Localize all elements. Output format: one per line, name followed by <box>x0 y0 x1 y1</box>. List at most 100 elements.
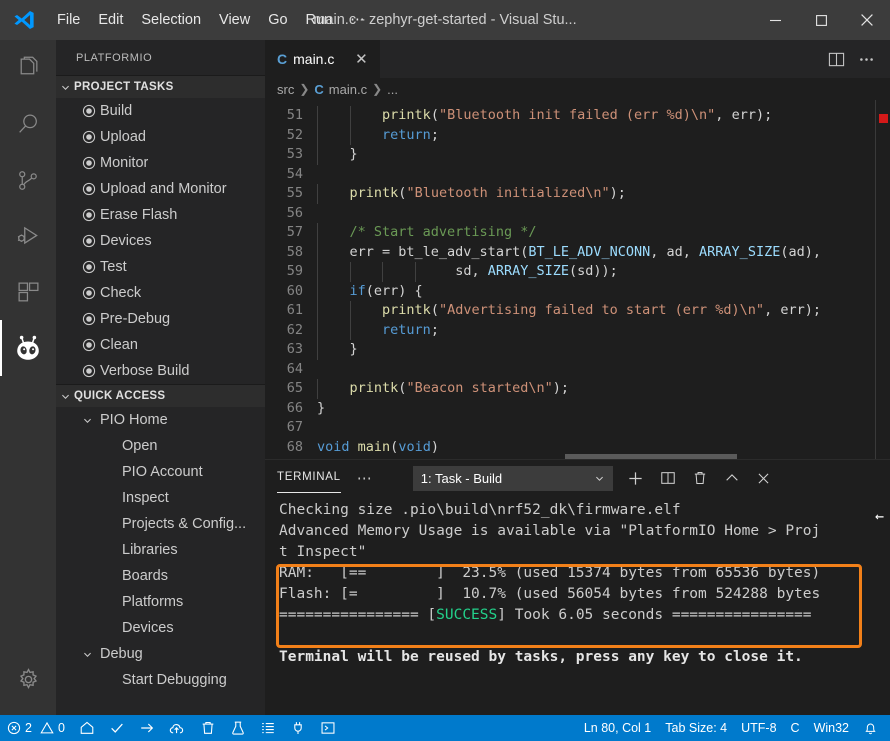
sidebar-item-upload-and-monitor[interactable]: Upload and Monitor <box>56 176 265 202</box>
terminal-selector[interactable]: 1: Task - Build <box>412 465 613 491</box>
sidebar-item-verbose-build[interactable]: Verbose Build <box>56 358 265 384</box>
list-icon <box>260 720 276 736</box>
sidebar-item-inspect[interactable]: Inspect <box>56 485 265 511</box>
sidebar-item-debug[interactable]: Debug <box>56 641 265 667</box>
code-line[interactable] <box>317 418 890 438</box>
split-editor-icon[interactable] <box>822 45 850 73</box>
close-icon[interactable]: ✕ <box>352 50 370 68</box>
code-token: ); <box>755 107 773 123</box>
sidebar-item-platforms[interactable]: Platforms <box>56 589 265 615</box>
terminal-output[interactable]: Checking size .pio\build\nrf52_dk\firmwa… <box>265 496 890 715</box>
new-terminal-icon[interactable] <box>623 465 649 491</box>
sidebar-item-pre-debug[interactable]: Pre-Debug <box>56 306 265 332</box>
status-pio-new-terminal[interactable] <box>313 715 343 741</box>
sidebar-section-quick-access[interactable]: QUICK ACCESS <box>56 384 265 407</box>
sidebar-item-boards[interactable]: Boards <box>56 563 265 589</box>
sidebar-item-upload[interactable]: Upload <box>56 124 265 150</box>
sidebar-item-pio-home[interactable]: PIO Home <box>56 407 265 433</box>
code-line[interactable] <box>317 360 890 380</box>
sidebar-section-project-tasks[interactable]: PROJECT TASKS <box>56 75 265 98</box>
sidebar-item-check[interactable]: Check <box>56 280 265 306</box>
code-token: , <box>715 107 732 123</box>
code-line[interactable] <box>317 165 890 185</box>
status-language-mode[interactable]: C <box>784 715 807 741</box>
activity-manage-settings[interactable] <box>0 651 56 707</box>
code-line[interactable]: } <box>317 399 890 419</box>
split-terminal-icon[interactable] <box>655 465 681 491</box>
breadcrumb-src[interactable]: src <box>277 82 294 97</box>
status-pio-clean[interactable] <box>193 715 223 741</box>
code-editor[interactable]: 51525354555657585960616263646566676869 p… <box>265 100 890 459</box>
menu-run[interactable]: Run <box>297 8 342 32</box>
line-number: 51 <box>286 107 303 123</box>
sidebar-item-erase-flash[interactable]: Erase Flash <box>56 202 265 228</box>
menu-bar[interactable]: File Edit Selection View Go Run ⋯ <box>48 8 374 32</box>
breadcrumb-symbol[interactable]: ... <box>387 82 398 97</box>
overview-ruler[interactable] <box>876 100 890 459</box>
menu-file[interactable]: File <box>48 8 89 32</box>
code-line[interactable]: printk("Bluetooth init failed (err %d)\n… <box>317 106 890 126</box>
status-problems[interactable]: 2 0 <box>0 715 72 741</box>
sidebar-item-test[interactable]: Test <box>56 254 265 280</box>
activity-run-and-debug[interactable] <box>0 208 56 264</box>
sidebar-item-monitor[interactable]: Monitor <box>56 150 265 176</box>
code-line[interactable]: return; <box>317 125 890 145</box>
code-line[interactable]: printk("Beacon started\n"); <box>317 379 890 399</box>
tab-terminal[interactable]: TERMINAL <box>277 471 341 493</box>
status-encoding[interactable]: UTF-8 <box>734 715 783 741</box>
sidebar-item-libraries[interactable]: Libraries <box>56 537 265 563</box>
code-content[interactable]: printk("Bluetooth init failed (err %d)\n… <box>317 100 890 459</box>
status-pio-upload-usb[interactable] <box>162 715 193 741</box>
sidebar-item-projects-and-config[interactable]: Projects & Config... <box>56 511 265 537</box>
code-line[interactable]: /* Start advertising */ <box>317 223 890 243</box>
status-eol[interactable]: Win32 <box>807 715 856 741</box>
breadcrumb-file[interactable]: main.c <box>329 82 367 97</box>
status-pio-home[interactable] <box>72 715 102 741</box>
maximize-panel-icon[interactable] <box>719 465 745 491</box>
status-pio-upload[interactable] <box>132 715 162 741</box>
menu-view[interactable]: View <box>210 8 259 32</box>
activity-search[interactable] <box>0 96 56 152</box>
menu-go[interactable]: Go <box>259 8 296 32</box>
code-line[interactable]: sd, ARRAY_SIZE(sd)); <box>317 262 890 282</box>
code-line[interactable]: printk("Bluetooth initialized\n"); <box>317 184 890 204</box>
code-line[interactable]: } <box>317 145 890 165</box>
code-line[interactable]: if(err) { <box>317 281 890 301</box>
status-pio-serial-monitor[interactable] <box>283 715 313 741</box>
activity-extensions[interactable] <box>0 264 56 320</box>
sidebar-item-clean[interactable]: Clean <box>56 332 265 358</box>
sidebar-item-devices-qa[interactable]: Devices <box>56 615 265 641</box>
sidebar-item-open[interactable]: Open <box>56 433 265 459</box>
code-line[interactable]: printk("Advertising failed to start (err… <box>317 301 890 321</box>
sidebar-item-pio-account[interactable]: PIO Account <box>56 459 265 485</box>
menu-more-icon[interactable]: ⋯ <box>341 8 374 32</box>
status-cursor-position[interactable]: Ln 80, Col 1 <box>577 715 658 741</box>
sidebar-item-devices[interactable]: Devices <box>56 228 265 254</box>
close-button[interactable] <box>844 0 890 40</box>
code-line[interactable]: err = bt_le_adv_start(BT_LE_ADV_NCONN, a… <box>317 242 890 262</box>
code-token: printk <box>349 380 399 396</box>
menu-edit[interactable]: Edit <box>89 8 132 32</box>
menu-selection[interactable]: Selection <box>132 8 210 32</box>
status-tab-size[interactable]: Tab Size: 4 <box>658 715 734 741</box>
panel-more-icon[interactable]: ⋯ <box>357 469 373 487</box>
code-line[interactable]: return; <box>317 320 890 340</box>
status-pio-tasks[interactable] <box>253 715 283 741</box>
sidebar-item-start-debugging[interactable]: Start Debugging <box>56 667 265 693</box>
code-line[interactable] <box>317 204 890 224</box>
sidebar-item-label: Erase Flash <box>100 207 178 223</box>
status-notifications[interactable] <box>856 715 890 741</box>
minimize-button[interactable] <box>752 0 798 40</box>
activity-platformio[interactable] <box>0 320 56 376</box>
tab-main-c[interactable]: C main.c ✕ <box>265 40 382 78</box>
code-line[interactable]: } <box>317 340 890 360</box>
close-panel-icon[interactable] <box>751 465 777 491</box>
status-pio-build[interactable] <box>102 715 132 741</box>
activity-explorer[interactable] <box>0 40 56 96</box>
status-pio-test[interactable] <box>223 715 253 741</box>
kill-terminal-icon[interactable] <box>687 465 713 491</box>
sidebar-item-build[interactable]: Build <box>56 98 265 124</box>
more-actions-icon[interactable] <box>852 45 880 73</box>
activity-source-control[interactable] <box>0 152 56 208</box>
maximize-button[interactable] <box>798 0 844 40</box>
